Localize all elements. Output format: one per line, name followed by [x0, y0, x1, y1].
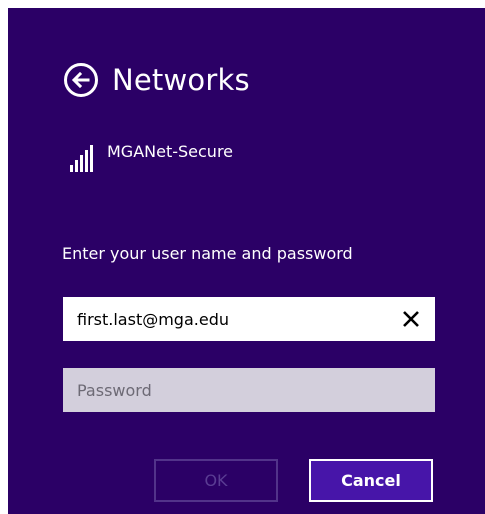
network-name: MGANet-Secure: [107, 142, 234, 161]
network-info: MGANet-Secure: [70, 140, 233, 172]
back-arrow-icon[interactable]: [64, 63, 98, 97]
close-icon[interactable]: [397, 305, 425, 333]
cancel-button[interactable]: Cancel: [309, 459, 433, 502]
arrow-left-icon: [71, 71, 90, 89]
clear-x-icon: [403, 311, 419, 327]
network-login-panel: Networks MGANet-Secure Enter your user n…: [8, 8, 485, 514]
wifi-signal-icon: [70, 140, 93, 172]
username-input[interactable]: [63, 297, 435, 341]
page-title: Networks: [112, 63, 250, 97]
credentials-prompt: Enter your user name and password: [62, 244, 353, 263]
ok-button[interactable]: OK: [154, 459, 278, 502]
password-input[interactable]: [63, 368, 435, 412]
header: Networks: [64, 60, 250, 100]
